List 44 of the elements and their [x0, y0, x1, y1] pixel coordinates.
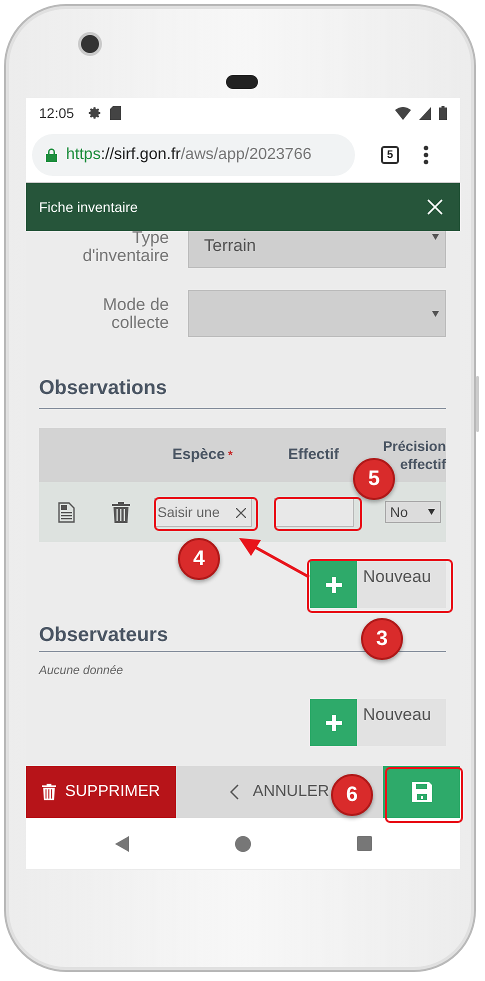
close-icon[interactable]: [427, 199, 443, 215]
field-label: Mode de collecte: [102, 296, 169, 332]
trash-icon[interactable]: [112, 502, 130, 522]
gear-icon: [88, 106, 102, 120]
new-button[interactable]: Nouveau: [310, 699, 446, 746]
dropdown-arrow-icon: [428, 509, 435, 515]
precision-select[interactable]: No: [385, 501, 441, 523]
save-icon: [412, 782, 432, 802]
select-field[interactable]: [188, 290, 446, 337]
document-icon[interactable]: [58, 502, 75, 522]
lock-icon: [46, 148, 57, 162]
address-bar[interactable]: https://sirf.gon.fr/aws/app/2023766: [32, 134, 355, 176]
count-field[interactable]: [274, 498, 354, 526]
side-key: [476, 376, 479, 432]
tab-count-button[interactable]: 5: [381, 146, 399, 164]
plus-icon: [326, 714, 342, 730]
select-field[interactable]: Terrain: [188, 231, 446, 268]
back-icon[interactable]: [114, 836, 128, 852]
section-heading: Observations: [39, 377, 446, 409]
chevron-left-icon: [230, 784, 239, 800]
new-button[interactable]: Nouveau: [310, 561, 446, 608]
clear-icon[interactable]: [236, 508, 246, 518]
delete-button[interactable]: SUPPRIMER: [26, 766, 176, 818]
column-header: Effectif: [287, 446, 340, 464]
trash-icon: [42, 783, 56, 801]
wifi-icon: [395, 106, 411, 120]
signal-icon: [419, 106, 431, 120]
field-label: Type d'inventaire: [82, 231, 169, 265]
plus-icon: [326, 576, 342, 592]
column-header: Espèce *: [171, 446, 234, 464]
url-text[interactable]: https://sirf.gon.fr/aws/app/2023766: [66, 146, 312, 164]
recents-icon[interactable]: [356, 836, 372, 851]
header-title: Fiche inventaire: [39, 199, 138, 215]
menu-icon[interactable]: [423, 145, 429, 165]
dropdown-arrow-icon: [432, 234, 439, 240]
home-icon[interactable]: [234, 836, 250, 852]
speaker-grille: [226, 75, 258, 89]
status-time: 12:05: [39, 105, 74, 121]
battery-icon: [439, 106, 447, 120]
species-field[interactable]: Saisir une: [154, 498, 252, 526]
dropdown-arrow-icon: [432, 311, 439, 317]
sd-card-icon: [110, 106, 122, 120]
empty-message: Aucune donnée: [39, 663, 124, 677]
camera-lens: [81, 35, 99, 53]
